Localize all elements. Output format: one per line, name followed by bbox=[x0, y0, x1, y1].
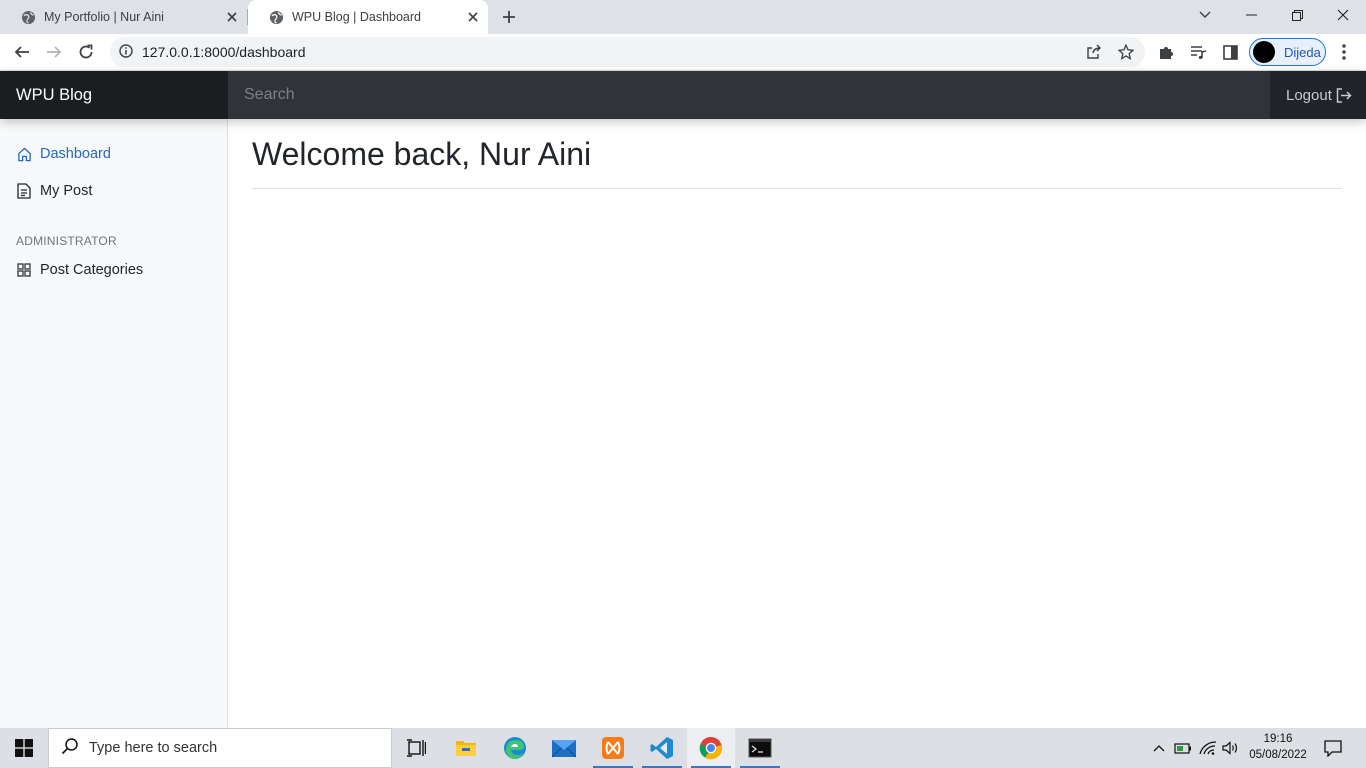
logout-label: Logout bbox=[1286, 86, 1332, 104]
share-icon[interactable] bbox=[1085, 43, 1103, 61]
grid-icon bbox=[16, 262, 32, 278]
windows-taskbar: Type here to search 19:16 05/08/2022 bbox=[0, 728, 1366, 768]
sidebar-item-label: Dashboard bbox=[40, 146, 111, 162]
close-icon[interactable] bbox=[464, 8, 482, 26]
tab-search-chevron-icon[interactable] bbox=[1182, 0, 1228, 30]
side-panel-icon[interactable] bbox=[1216, 38, 1244, 66]
browser-tab-portfolio[interactable]: My Portfolio | Nur Aini bbox=[0, 0, 247, 34]
browser-tab-dashboard[interactable]: WPU Blog | Dashboard bbox=[248, 0, 488, 34]
xampp-icon[interactable] bbox=[589, 728, 637, 768]
extensions-puzzle-icon[interactable] bbox=[1152, 38, 1180, 66]
vscode-icon[interactable] bbox=[638, 728, 686, 768]
sidebar-item-label: My Post bbox=[40, 183, 93, 199]
chrome-icon[interactable] bbox=[687, 728, 735, 768]
back-arrow-icon[interactable] bbox=[8, 38, 36, 66]
browser-toolbar: 127.0.0.1:8000/dashboard Dijeda bbox=[0, 34, 1366, 71]
profile-name: Dijeda bbox=[1284, 44, 1321, 60]
clock-time: 19:16 bbox=[1263, 733, 1293, 745]
taskbar-search-placeholder: Type here to search bbox=[89, 740, 218, 756]
minimize-icon[interactable] bbox=[1228, 0, 1274, 30]
globe-icon bbox=[268, 9, 284, 25]
wifi-icon[interactable] bbox=[1196, 728, 1220, 768]
profile-button[interactable]: Dijeda bbox=[1249, 38, 1326, 66]
volume-icon[interactable] bbox=[1220, 728, 1242, 768]
search-input[interactable] bbox=[228, 71, 1270, 119]
browser-tab-strip: My Portfolio | Nur Aini WPU Blog | Dashb… bbox=[0, 0, 1366, 34]
restore-icon[interactable] bbox=[1274, 0, 1320, 30]
title-divider bbox=[252, 188, 1342, 189]
sidebar: Dashboard My Post ADMINISTRATOR Post Cat… bbox=[0, 119, 228, 728]
sidebar-item-dashboard[interactable]: Dashboard bbox=[16, 146, 111, 162]
url-text: 127.0.0.1:8000/dashboard bbox=[142, 44, 306, 60]
info-icon[interactable] bbox=[119, 44, 133, 63]
tab-title: WPU Blog | Dashboard bbox=[292, 10, 421, 24]
page-title: Welcome back, Nur Aini bbox=[252, 136, 592, 172]
taskbar-search-box[interactable]: Type here to search bbox=[48, 728, 392, 768]
globe-icon bbox=[20, 9, 36, 25]
file-text-icon bbox=[16, 183, 32, 199]
task-view-icon[interactable] bbox=[392, 728, 440, 768]
logout-arrow-icon bbox=[1336, 87, 1352, 103]
mail-icon[interactable] bbox=[540, 728, 588, 768]
address-bar[interactable]: 127.0.0.1:8000/dashboard bbox=[110, 37, 1145, 67]
notifications-icon[interactable] bbox=[1318, 728, 1348, 768]
close-icon[interactable] bbox=[223, 8, 241, 26]
app-navbar: WPU Blog Logout bbox=[0, 71, 1366, 119]
sidebar-item-label: Post Categories bbox=[40, 262, 144, 278]
forward-arrow-icon[interactable] bbox=[40, 38, 68, 66]
logout-button[interactable]: Logout bbox=[1270, 71, 1366, 119]
close-window-icon[interactable] bbox=[1320, 0, 1366, 30]
edge-browser-icon[interactable] bbox=[491, 728, 539, 768]
kebab-menu-icon[interactable] bbox=[1330, 38, 1358, 66]
clock-date: 05/08/2022 bbox=[1249, 749, 1307, 761]
battery-icon[interactable] bbox=[1172, 728, 1194, 768]
brand-link[interactable]: WPU Blog bbox=[0, 71, 228, 119]
tab-title: My Portfolio | Nur Aini bbox=[44, 10, 164, 24]
home-icon bbox=[16, 146, 32, 162]
new-tab-plus-icon[interactable] bbox=[497, 5, 521, 29]
show-hidden-icons-chevron-icon[interactable] bbox=[1148, 728, 1170, 768]
avatar bbox=[1253, 41, 1275, 63]
sidebar-heading-administrator: ADMINISTRATOR bbox=[16, 234, 117, 248]
taskbar-clock[interactable]: 19:16 05/08/2022 bbox=[1244, 731, 1312, 763]
windows-start-icon[interactable] bbox=[0, 728, 48, 768]
file-explorer-icon[interactable] bbox=[442, 728, 490, 768]
media-queue-icon[interactable] bbox=[1184, 38, 1212, 66]
sidebar-item-my-post[interactable]: My Post bbox=[16, 183, 92, 199]
sidebar-item-post-categories[interactable]: Post Categories bbox=[16, 262, 143, 278]
bookmark-star-icon[interactable] bbox=[1117, 43, 1135, 61]
terminal-icon[interactable] bbox=[736, 728, 784, 768]
reload-icon[interactable] bbox=[72, 38, 100, 66]
search-icon bbox=[61, 737, 79, 760]
